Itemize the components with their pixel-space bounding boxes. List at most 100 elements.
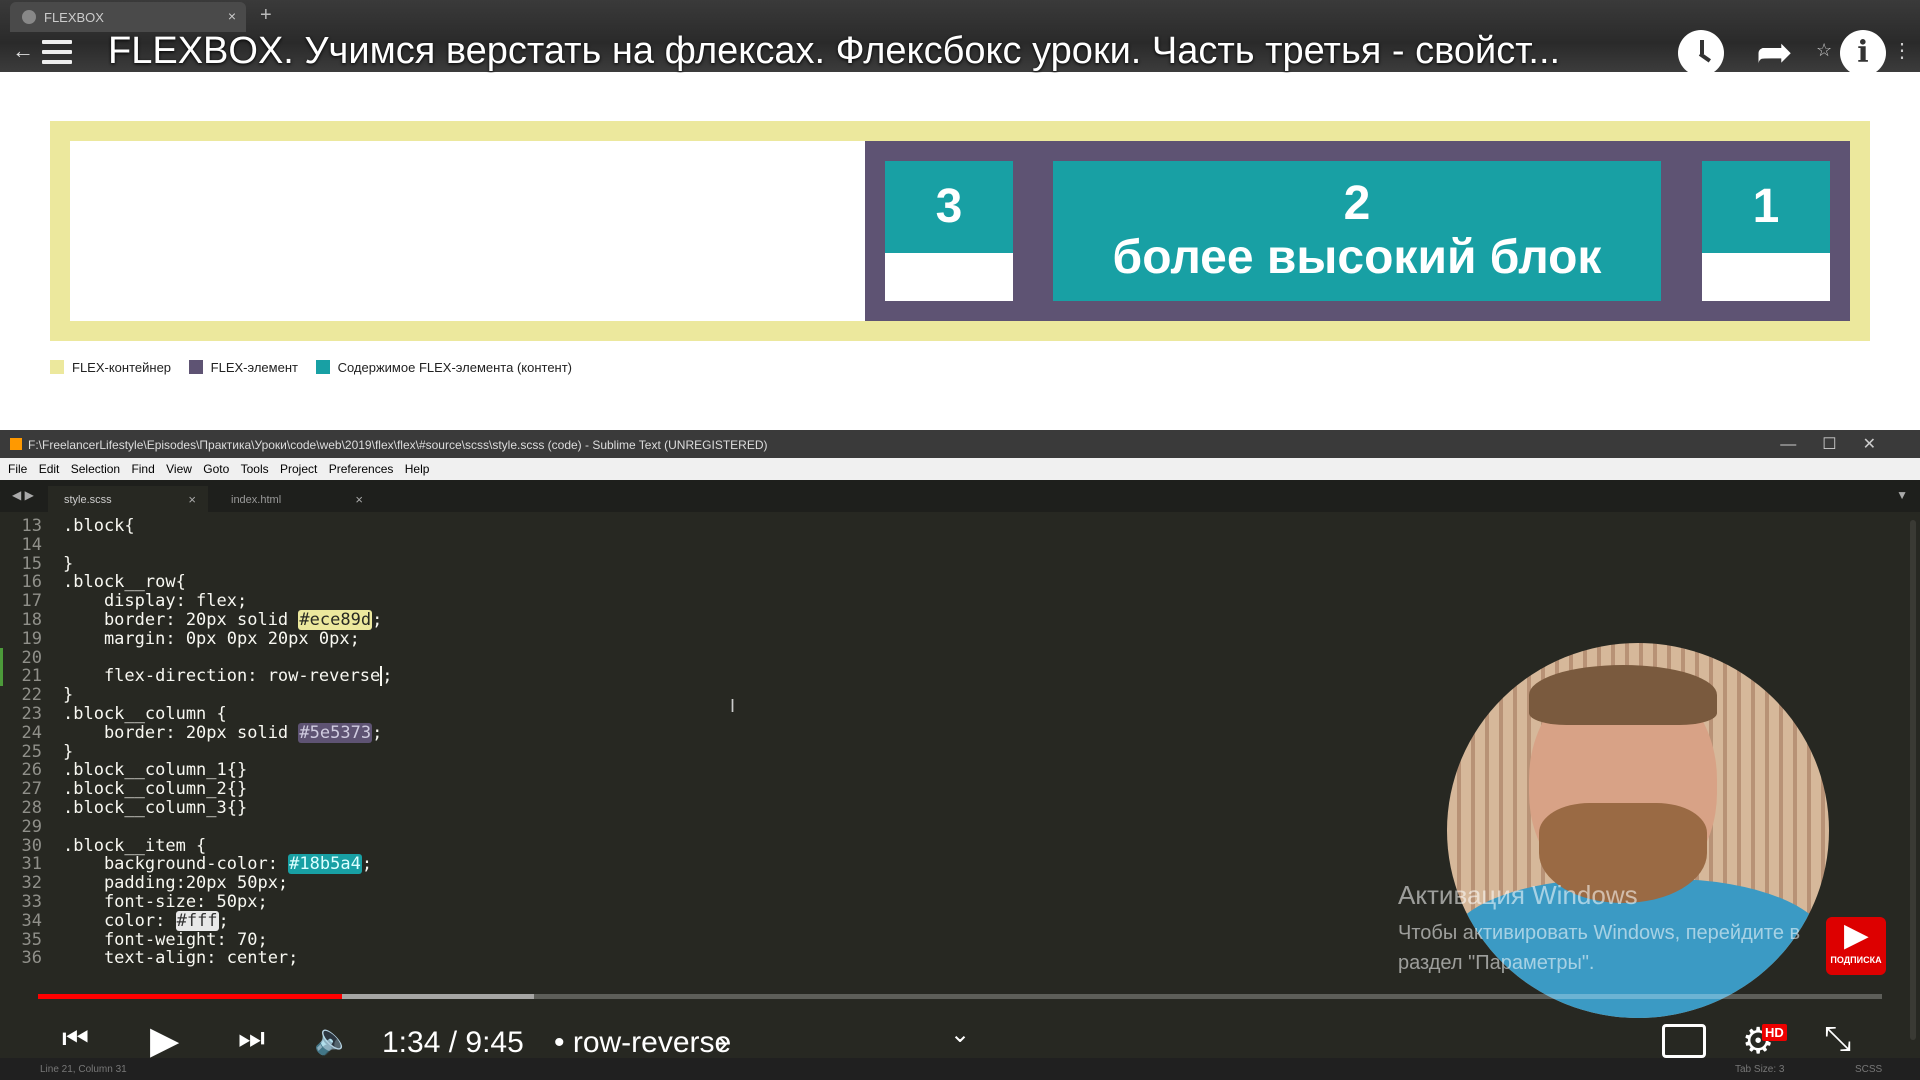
flex-item-2: 2 более высокий блок xyxy=(1053,161,1661,301)
color-literal: #fff xyxy=(175,910,219,931)
editor-scrollbar[interactable] xyxy=(1910,520,1916,1040)
chapter-title[interactable]: • row-reverse xyxy=(554,1026,731,1060)
menu-find[interactable]: Find xyxy=(131,462,154,476)
back-button[interactable]: ← xyxy=(12,38,34,64)
line-text: .block__column { xyxy=(63,704,227,724)
sublime-menubar: File Edit Selection Find View Goto Tools… xyxy=(0,458,1920,480)
exit-fullscreen-icon[interactable]: ⤡ xyxy=(1824,1020,1851,1059)
subscribe-button[interactable]: ▶ ПОДПИСКА xyxy=(1826,917,1886,975)
menu-edit[interactable]: Edit xyxy=(39,462,60,476)
tab-title: FLEXBOX xyxy=(44,10,104,25)
legend-item: FLEX-контейнер xyxy=(50,360,171,375)
color-literal: #18b5a4 xyxy=(288,854,362,875)
menu-help[interactable]: Help xyxy=(405,462,430,476)
line-text: } xyxy=(63,741,74,762)
line-text: margin: 0px 0px 20px 0px; xyxy=(63,628,360,649)
line-text: background-color: #18b5a4; xyxy=(63,854,373,875)
menu-view[interactable]: View xyxy=(166,462,192,476)
sublime-titlebar: F:\FreelancerLifestyle\Episodes\Практика… xyxy=(0,430,1920,458)
video-title[interactable]: FLEXBOX. Учимся верстать на флексах. Фле… xyxy=(108,30,1668,73)
line-number: 22 xyxy=(21,685,42,706)
menu-file[interactable]: File xyxy=(8,462,27,476)
browser-tab[interactable]: FLEXBOX × xyxy=(10,2,246,32)
tab-label: index.html xyxy=(231,494,282,506)
hamburger-menu-icon[interactable] xyxy=(42,40,72,66)
line-text: flex-direction: row-reverse; xyxy=(63,666,393,687)
chevron-down-icon[interactable]: ⌄ xyxy=(950,1020,970,1049)
line-text: font-weight: 70; xyxy=(63,929,268,950)
next-icon[interactable]: ⏭ xyxy=(238,1022,265,1056)
hd-badge: HD xyxy=(1762,1024,1787,1041)
line-text: .block__item { xyxy=(63,835,207,856)
subtitles-icon[interactable] xyxy=(1662,1024,1706,1058)
line-number: 18 xyxy=(21,610,42,630)
line-text: .block__column_2{} xyxy=(63,779,248,800)
text-caret xyxy=(380,666,383,687)
legend-item: Содержимое FLEX-элемента (контент) xyxy=(315,360,573,375)
tab-dropdown-icon[interactable]: ▼ xyxy=(1896,488,1908,502)
new-tab-button[interactable]: + xyxy=(260,4,272,27)
play-icon[interactable]: ▶ xyxy=(150,1018,179,1063)
browser-menu-icon[interactable]: ⋮ xyxy=(1892,38,1912,63)
flex-item-2-number: 2 xyxy=(1343,177,1371,230)
sublime-tabbar: ◀ ▶ style.scss × index.html × ▼ xyxy=(0,480,1920,512)
tab-close-icon[interactable]: × xyxy=(188,492,196,507)
legend-label: FLEX-контейнер xyxy=(72,360,172,375)
menu-project[interactable]: Project xyxy=(280,462,317,476)
share-icon[interactable]: ➦ xyxy=(1756,30,1802,76)
line-text: .block__row{ xyxy=(63,572,186,593)
legend-item: FLEX-элемент xyxy=(188,360,298,375)
line-number: 36 xyxy=(21,948,42,969)
windows-activation-hint: Чтобы активировать Windows, перейдите в … xyxy=(1398,922,1801,974)
menu-goto[interactable]: Goto xyxy=(203,462,229,476)
git-gutter-mark xyxy=(0,666,3,687)
tab-nav-arrows-icon[interactable]: ◀ ▶ xyxy=(12,488,34,502)
line-number: 35 xyxy=(21,929,42,950)
color-literal: #ece89d xyxy=(298,610,373,630)
git-gutter-mark xyxy=(0,647,3,668)
line-text: .block__column_3{} xyxy=(63,798,248,818)
line-text: } xyxy=(63,685,74,706)
sublime-logo-icon xyxy=(10,438,22,450)
line-number: 13 xyxy=(21,516,42,536)
progress-played xyxy=(38,994,343,999)
line-text: } xyxy=(63,553,74,574)
legend: FLEX-контейнер FLEX-элемент Содержимое F… xyxy=(50,360,586,375)
progress-bar[interactable] xyxy=(38,994,1882,999)
menu-tools[interactable]: Tools xyxy=(241,462,269,476)
player-controls: ⏮ ▶ ⏭ 🔈 1:34 / 9:45 • row-reverse › ⌄ ⚙ … xyxy=(0,1004,1920,1074)
line-text: display: flex; xyxy=(63,591,248,612)
line-text: .block{ xyxy=(63,516,135,536)
menu-selection[interactable]: Selection xyxy=(71,462,120,476)
tab-style-scss[interactable]: style.scss × xyxy=(48,486,208,512)
line-text xyxy=(63,648,104,668)
info-icon[interactable]: i xyxy=(1840,30,1886,76)
watch-later-icon[interactable] xyxy=(1678,30,1724,76)
line-number: 27 xyxy=(21,779,42,800)
color-literal: #5e5373 xyxy=(298,722,373,743)
legend-label: FLEX-элемент xyxy=(210,360,298,375)
volume-icon[interactable]: 🔈 xyxy=(314,1022,351,1057)
tab-close-icon[interactable]: × xyxy=(228,8,236,24)
flex-item-1-content: 1 xyxy=(1702,161,1830,253)
line-text: .block__column_1{} xyxy=(63,760,248,781)
tab-favicon-icon xyxy=(22,10,36,24)
flex-container-demo: 3 2 более высокий блок 1 xyxy=(50,121,1870,341)
line-text: border: 20px solid #ece89d; xyxy=(63,610,383,630)
line-number: 17 xyxy=(21,591,42,612)
chapter-chevron-icon[interactable]: › xyxy=(718,1026,728,1060)
flex-item-1: 1 xyxy=(1702,161,1830,301)
time-display: 1:34 / 9:45 xyxy=(382,1026,524,1059)
tab-close-icon[interactable]: × xyxy=(355,492,363,507)
previous-icon[interactable]: ⏮ xyxy=(62,1022,89,1056)
line-text xyxy=(63,535,104,555)
tab-label: style.scss xyxy=(64,494,112,506)
menu-preferences[interactable]: Preferences xyxy=(329,462,394,476)
window-controls[interactable]: —☐✕ xyxy=(1780,434,1902,454)
tab-index-html[interactable]: index.html × xyxy=(215,486,375,512)
legend-label: Содержимое FLEX-элемента (контент) xyxy=(337,360,573,375)
mouse-ibeam-cursor-icon: I xyxy=(730,696,736,716)
sublime-title: F:\FreelancerLifestyle\Episodes\Практика… xyxy=(28,438,768,452)
line-number: 24 xyxy=(21,722,42,743)
bookmark-star-icon[interactable]: ☆ xyxy=(1816,40,1832,61)
